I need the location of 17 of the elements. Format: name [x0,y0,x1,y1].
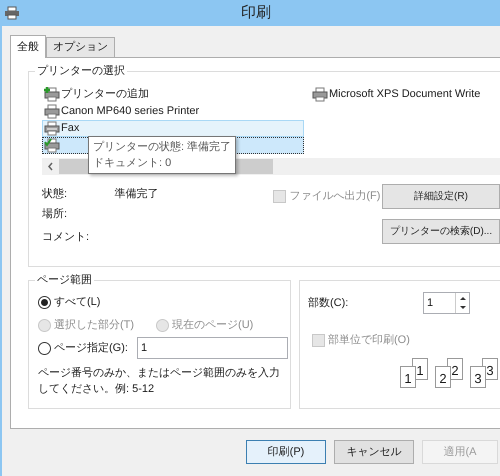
radio-label: ページ指定(G): [54,340,128,356]
status-value: 準備完了 [114,186,160,202]
comment-label: コメント: [42,230,90,245]
copies-label: 部数(C): [308,296,350,311]
window-title: 印刷 [241,2,271,23]
hint-text: ページ番号のみか、またはページ範囲のみを入力してください。例: 5-12 [38,366,281,397]
tooltip: プリンターの状態: 準備完了 ドキュメント: 0 [88,136,236,174]
collate-pages-drawing: 3 3 [470,358,500,388]
status-label: 状態: [42,187,68,202]
location-label: 場所: [42,207,68,222]
radio-label: すべて(L) [54,294,100,310]
checkbox-label: 部単位で印刷(O) [328,332,410,348]
radio-label: 現在のページ(U) [172,318,254,333]
collate-pages-drawing: 2 2 [435,358,465,388]
checkbox-label: ファイルへ出力(F) [289,188,380,204]
collate-pages-drawing: 1 1 [400,358,430,388]
radio-label: 選択した部分(T) [54,318,134,333]
